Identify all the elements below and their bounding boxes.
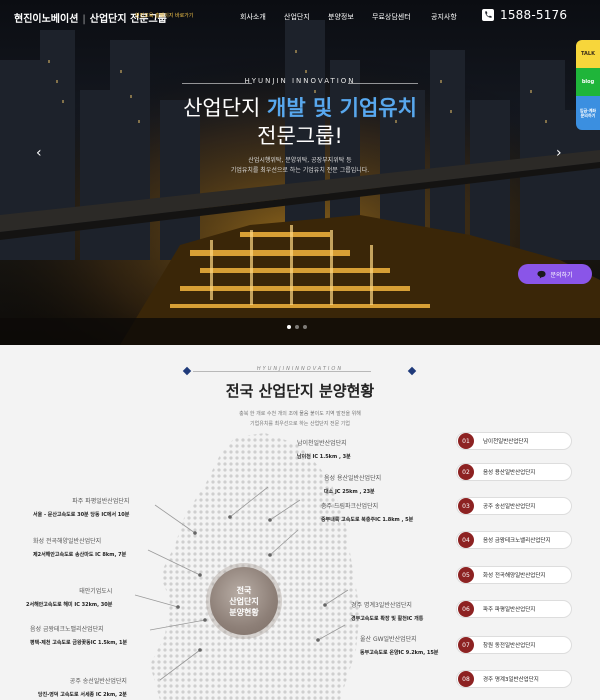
blog-button[interactable]: blog (576, 68, 600, 96)
map-label-name: 공주 송선일반산업단지 (69, 678, 127, 685)
map-label-chungju-dream[interactable]: 충주 드림파크산업단지 중부내륙 고속도로 북충주IC 1.8km , 5분 (321, 501, 413, 523)
map-label-name: 화성 전곡해양일반산업단지 (33, 538, 102, 545)
map-label-eumseong-geumwang[interactable]: 음성 금왕테크노밸리산업단지 평택-제천 고속도로 금왕꽃동IC 1.5km, … (30, 624, 127, 646)
logo-main-text: 현진이노베이션 (14, 14, 79, 25)
list-number-badge: 08 (458, 671, 474, 687)
map-label-info: 대소 JC 25km , 23분 (324, 489, 375, 495)
slider-dot-2[interactable] (295, 325, 299, 329)
consult-button[interactable]: 입금·계좌 문의하기 (576, 96, 600, 130)
map-label-eumseong-yongsan[interactable]: 음성 용산일반산업단지 대소 JC 25km , 23분 (324, 473, 381, 495)
slider-next-arrow[interactable]: › (556, 145, 562, 161)
headline-accent: 개발 및 기업유치 (267, 96, 417, 120)
list-item[interactable]: 04 음성 금왕테크노밸리산업단지 (456, 531, 572, 549)
list-number-badge: 06 (458, 601, 474, 617)
slider-dot-1[interactable] (287, 325, 291, 329)
nav-item-free-consult[interactable]: 무료상담센터 (372, 12, 411, 22)
map-label-info: 당진-영덕 고속도로 서세종 IC 2km, 2분 (38, 692, 127, 698)
nav-item-industrial-complex[interactable]: 산업단지 (284, 12, 310, 22)
korea-map (134, 433, 360, 700)
list-item[interactable]: 07 창원 동전일반산업단지 (456, 636, 572, 654)
map-label-info: 서울 - 문산고속도로 30분 당동 IC에서 10분 (33, 512, 130, 518)
map-label-info: 2서해안고속도로 해미 IC 32km, 30분 (26, 602, 113, 608)
list-item[interactable]: 05 화성 전곡해양일반산업단지 (456, 566, 572, 584)
map-label-info: 제2서해안고속도로 송산마도 IC 8km, 7분 (33, 552, 127, 558)
headline-plain: 산업단지 (183, 96, 268, 120)
list-number-badge: 01 (458, 433, 474, 449)
map-label-name: 경주 명계3일반산업단지 (351, 602, 412, 609)
map-label-name: 울산 GW일반산업단지 (360, 636, 417, 643)
hero-desc-line-1: 산업시행위탁, 분양위탁, 공장부지위탁 등 (248, 157, 352, 164)
map-label-gyeongju-myeonggye[interactable]: 경주 명계3일반산업단지 경부고속도로 확장 및 활천IC 개통 (351, 600, 423, 622)
hero-banner: 현진이노베이션 | 산업단지 전문그룹 현진교육 홈페이지 바로가기 회사소개 산업… (0, 0, 600, 345)
phone-number: 1588-5176 (500, 8, 568, 22)
list-item-label: 창원 동전일반산업단지 (483, 643, 536, 649)
list-item-label: 경주 명계3일반산업단지 (483, 677, 539, 683)
slider-dot-3[interactable] (303, 325, 307, 329)
inquiry-button[interactable]: 문의하기 (518, 264, 592, 284)
quick-menu: TALK blog 입금·계좌 문의하기 (576, 40, 600, 130)
phone-contact[interactable]: 1588-5176 (482, 8, 567, 22)
map-label-name: 태안기업도시 (79, 588, 113, 595)
list-number-badge: 03 (458, 498, 474, 514)
top-navigation-bar: 현진이노베이션 | 산업단지 전문그룹 현진교육 홈페이지 바로가기 회사소개 산업… (0, 0, 600, 34)
list-item-label: 남이천일반산업단지 (483, 439, 529, 445)
list-item[interactable]: 08 경주 명계3일반산업단지 (456, 670, 572, 688)
list-number-badge: 07 (458, 637, 474, 653)
consult-line-2: 문의하기 (580, 113, 596, 118)
slider-prev-arrow[interactable]: ‹ (36, 145, 42, 161)
map-label-name: 충주 드림파크산업단지 (321, 503, 379, 510)
section-subtitle: HYUNJININNOVATION (256, 366, 344, 372)
logo-separator: | (82, 14, 86, 25)
section-desc-line-1: 충북 한 개로 수천 개의 조에 물음 붙이도 지역 발전을 위해 (239, 411, 361, 417)
inquiry-label: 문의하기 (550, 271, 573, 279)
map-label-info: 평택-제천 고속도로 금왕꽃동IC 1.5km, 1분 (30, 640, 128, 646)
kakaotalk-button[interactable]: TALK (576, 40, 600, 68)
hero-brand: HYUNJIN INNOVATION (244, 77, 356, 85)
center-label-line-2: 산업단지 (229, 596, 259, 606)
list-item[interactable]: 02 음성 용산일반산업단지 (456, 463, 572, 481)
list-item[interactable]: 03 공주 송선일반산업단지 (456, 497, 572, 515)
slider-dots (287, 325, 307, 329)
hero-desc-line-2: 기업유치를 최우선으로 하는 기업유치 전문 그룹입니다. (230, 167, 370, 174)
hero-headline-2: 전문그룹! (257, 124, 343, 148)
map-label-name: 남이천일반산업단지 (297, 440, 347, 447)
section-title: 전국 산업단지 분양현황 (225, 382, 375, 400)
list-item-label: 파주 파평일반산업단지 (483, 607, 536, 613)
list-item-label: 화성 전곡해양일반산업단지 (483, 573, 546, 579)
map-label-info: 남이천 IC 1.5km , 3분 (297, 454, 351, 460)
map-label-name: 음성 금왕테크노밸리산업단지 (30, 626, 104, 633)
map-label-nam-icheon[interactable]: 남이천일반산업단지 남이천 IC 1.5km , 3분 (297, 438, 351, 460)
nav-item-notice[interactable]: 공지사항 (431, 12, 457, 22)
list-item-label: 음성 용산일반산업단지 (483, 470, 536, 476)
list-item[interactable]: 01 남이천일반산업단지 (456, 432, 572, 450)
hero-description: 산업시행위탁, 분양위탁, 공장부지위탁 등 기업유치를 최우선으로 하는 기업… (0, 156, 600, 176)
map-label-taean[interactable]: 태안기업도시 2서해안고속도로 해미 IC 32km, 30분 (26, 586, 112, 608)
map-label-gongju-songseon[interactable]: 공주 송선일반산업단지 당진-영덕 고속도로 서세종 IC 2km, 2분 (38, 676, 127, 698)
center-sales-status-circle: 전국 산업단지 분양현황 (210, 567, 278, 635)
list-number-badge: 02 (458, 464, 474, 480)
map-label-info: 동부고속도로 온양IC 9.2km, 15분 (360, 650, 439, 656)
list-item[interactable]: 06 파주 파평일반산업단지 (456, 600, 572, 618)
map-label-info: 중부내륙 고속도로 북충주IC 1.8km , 5분 (321, 517, 414, 523)
hero-headline: 산업단지 개발 및 기업유치 (0, 92, 600, 122)
list-item-label: 음성 금왕테크노밸리산업단지 (483, 538, 551, 544)
nav-item-company[interactable]: 회사소개 (240, 12, 266, 22)
nav-item-sale-info[interactable]: 분양정보 (328, 12, 354, 22)
map-label-ulsan-gw[interactable]: 울산 GW일반산업단지 동부고속도로 온양IC 9.2km, 15분 (360, 634, 438, 656)
center-label-line-3: 분양현황 (229, 607, 259, 617)
map-label-info: 경부고속도로 확장 및 활천IC 개통 (351, 616, 424, 622)
list-number-badge: 05 (458, 567, 474, 583)
center-label-line-1: 전국 (236, 585, 252, 595)
list-item-label: 공주 송선일반산업단지 (483, 504, 536, 510)
chat-bubble-icon (537, 270, 547, 279)
edu-homepage-link[interactable]: 현진교육 홈페이지 바로가기 (135, 12, 193, 19)
map-label-hwaseong-jeongok[interactable]: 화성 전곡해양일반산업단지 제2서해안고속도로 송산마도 IC 8km, 7분 (33, 536, 126, 558)
list-number-badge: 04 (458, 532, 474, 548)
map-label-name: 파주 파평일반산업단지 (72, 498, 130, 505)
map-label-name: 음성 용산일반산업단지 (324, 475, 382, 482)
phone-icon (482, 9, 494, 21)
map-label-paju-papyeong[interactable]: 파주 파평일반산업단지 서울 - 문산고속도로 30분 당동 IC에서 10분 (33, 496, 129, 518)
